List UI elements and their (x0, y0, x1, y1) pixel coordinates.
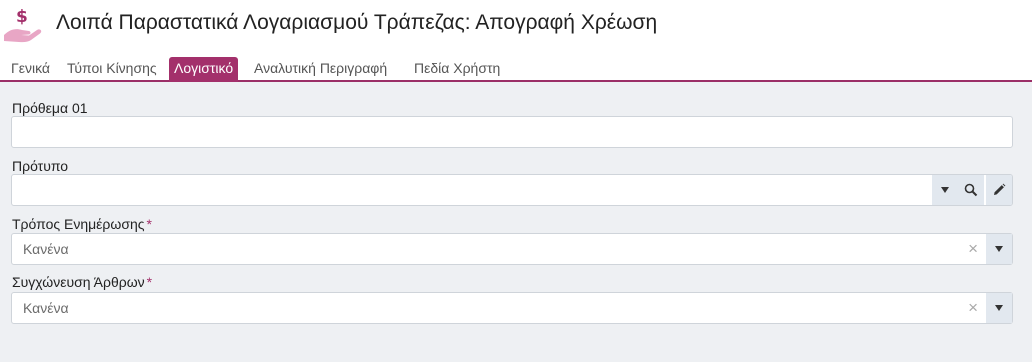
caret-down-icon (995, 305, 1003, 311)
merge-entries-label-text: Συγχώνευση Άρθρων (12, 274, 145, 290)
tab-general[interactable]: Γενικά (6, 57, 55, 82)
page-title: Λοιπά Παραστατικά Λογαριασμού Τράπεζας: … (56, 11, 658, 34)
pencil-icon (994, 183, 1006, 195)
prefix-input[interactable] (11, 116, 1013, 148)
tab-user-fields[interactable]: Πεδία Χρήστη (409, 57, 505, 82)
merge-entries-label: Συγχώνευση Άρθρων * (12, 274, 152, 290)
search-icon (964, 183, 978, 197)
template-search-button[interactable] (958, 175, 984, 205)
update-mode-dropdown-button[interactable] (986, 234, 1012, 264)
tab-bar: Γενικά Τύποι Κίνησης Λογιστικό Αναλυτική… (0, 54, 1032, 82)
required-mark: * (146, 216, 152, 232)
clear-icon[interactable]: × (968, 298, 978, 318)
template-field[interactable] (11, 174, 1013, 206)
tab-accounting[interactable]: Λογιστικό (169, 57, 239, 82)
merge-entries-dropdown-button[interactable] (986, 293, 1012, 323)
hand-dollar-icon: $ (4, 7, 42, 43)
clear-icon[interactable]: × (968, 239, 978, 259)
template-dropdown-button[interactable] (932, 175, 958, 205)
update-mode-label: Τρόπος Ενημέρωσης * (12, 216, 152, 232)
caret-down-icon (995, 246, 1003, 252)
tab-movement-types[interactable]: Τύποι Κίνησης (62, 57, 162, 82)
caret-down-icon (941, 187, 949, 193)
update-mode-label-text: Τρόπος Ενημέρωσης (12, 216, 145, 232)
required-mark: * (146, 274, 153, 290)
svg-text:$: $ (16, 7, 28, 27)
template-edit-button[interactable] (986, 175, 1012, 205)
merge-entries-value: Κανένα (23, 300, 69, 316)
update-mode-select[interactable]: Κανένα × (11, 233, 1013, 265)
prefix-label: Πρόθεμα 01 (12, 100, 88, 116)
template-label: Πρότυπο (12, 158, 69, 174)
page-header: $ Λοιπά Παραστατικά Λογαριασμού Τράπεζας… (0, 0, 1032, 54)
tab-analytic-description[interactable]: Αναλυτική Περιγραφή (249, 57, 392, 82)
accounting-form: Πρόθεμα 01 Πρότυπο Τρόπος Ενημέρωσης * Κα… (0, 84, 1032, 362)
update-mode-value: Κανένα (23, 241, 69, 257)
merge-entries-select[interactable]: Κανένα × (11, 292, 1013, 324)
